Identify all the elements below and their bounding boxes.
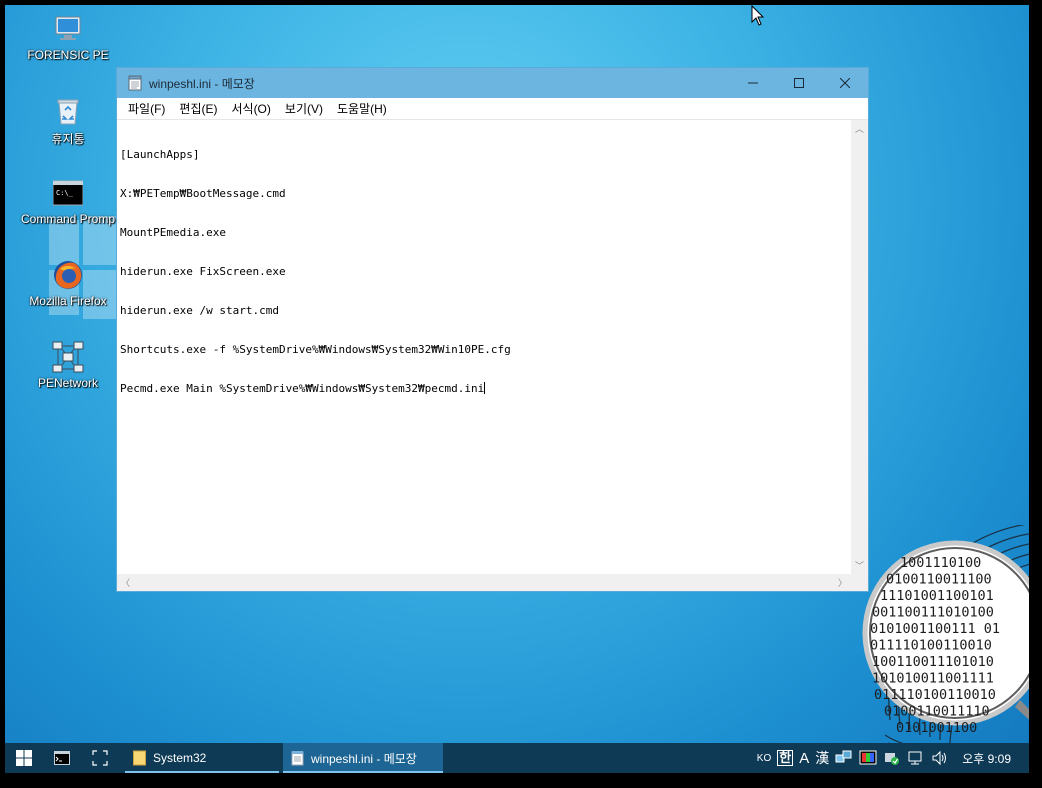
desktop-icon-recycle-bin[interactable]: 휴지통: [13, 95, 123, 147]
task-indicator: [283, 771, 443, 773]
binary-digits-line: 101010011001111: [872, 671, 994, 687]
recycle-bin-icon: [52, 95, 84, 127]
minimize-icon: [748, 82, 758, 84]
desktop-icon-label: Command Promp: [20, 212, 116, 226]
text-line: hiderun.exe /w start.cmd: [120, 304, 279, 317]
desktop-icon-label: PENetwork: [37, 376, 99, 390]
svg-text:C:\_: C:\_: [56, 189, 74, 197]
security-tray-icon[interactable]: [883, 750, 901, 766]
network-icon: [52, 341, 84, 373]
computer-icon: [52, 13, 84, 45]
task-system32[interactable]: System32: [125, 743, 279, 773]
ime-full-width-toggle[interactable]: A: [799, 750, 809, 767]
mouse-cursor-icon: [751, 5, 765, 26]
text-caret: [484, 382, 486, 394]
binary-digits-line: 011110100110010: [874, 687, 996, 703]
window-title: winpeshl.ini - 메모장: [149, 76, 255, 91]
display-color-tray-icon[interactable]: [859, 750, 877, 766]
notepad-icon: [127, 75, 143, 91]
desktop-icon-forensic-pe[interactable]: FORENSIC PE: [13, 13, 123, 62]
fullscreen-button[interactable]: [81, 743, 119, 773]
close-icon: [840, 78, 850, 88]
start-button[interactable]: [5, 743, 43, 773]
volume-tray-icon[interactable]: [931, 750, 949, 766]
task-label: winpeshl.ini - 메모장: [311, 751, 417, 766]
menu-view[interactable]: 보기(V): [278, 100, 330, 117]
text-line: X:₩PETemp₩BootMessage.cmd: [120, 187, 286, 200]
text-editor[interactable]: [LaunchApps] X:₩PETemp₩BootMessage.cmd M…: [117, 120, 868, 591]
cmd-icon: [54, 751, 70, 765]
scroll-up-icon[interactable]: ︿: [851, 120, 868, 137]
scroll-down-icon[interactable]: ﹀: [851, 557, 868, 574]
binary-digits-line: 001100111010100: [872, 605, 994, 621]
folder-icon: [133, 750, 146, 766]
binary-digits-line: 0101001100: [896, 720, 977, 736]
text-line: hiderun.exe FixScreen.exe: [120, 265, 286, 278]
menu-file[interactable]: 파일(F): [121, 100, 172, 117]
desktop-icon-label: FORENSIC PE: [27, 48, 109, 62]
windows-start-icon: [16, 750, 32, 766]
ime-hanja-button[interactable]: 漢: [815, 748, 829, 768]
scroll-right-icon[interactable]: 〉: [834, 574, 851, 591]
text-line: [LaunchApps]: [120, 148, 200, 161]
task-indicator: [125, 771, 279, 773]
system-tray: KO 한 A 漢 오후 9:09: [754, 743, 1029, 773]
desktop-icon-label: 휴지통: [51, 132, 85, 146]
cmd-icon: C:\_: [52, 177, 84, 209]
binary-digits-line: 100110011101010: [872, 654, 994, 670]
text-line: MountPEmedia.exe: [120, 226, 226, 239]
desktop-icon-label: Mozilla Firefox: [29, 294, 107, 308]
command-prompt-taskbar-button[interactable]: [43, 743, 81, 773]
menu-format[interactable]: 서식(O): [224, 100, 277, 117]
close-button[interactable]: [822, 68, 868, 98]
text-line-last: Pecmd.exe Main %SystemDrive%₩Windows₩Sys…: [120, 382, 851, 395]
menu-edit[interactable]: 편집(E): [172, 100, 224, 117]
maximize-button[interactable]: [776, 68, 822, 98]
binary-digits-line: 1001110100: [900, 555, 981, 571]
task-notepad[interactable]: winpeshl.ini - 메모장: [283, 743, 443, 773]
vertical-scrollbar[interactable]: ︿ ﹀: [851, 120, 868, 574]
desktop: FORENSIC PE 휴지통 C:\_ Command Promp Mozil…: [5, 5, 1029, 773]
desktop-icon-firefox[interactable]: Mozilla Firefox: [13, 259, 123, 308]
desktop-icon-command-prompt[interactable]: C:\_ Command Promp: [13, 177, 123, 226]
fullscreen-icon: [92, 750, 108, 766]
network-adapter-tray-icon[interactable]: [835, 750, 853, 766]
forensic-magnifier-logo: 1001110100 0100110011100 11101001100101 001…: [860, 523, 1029, 755]
minimize-button[interactable]: [730, 68, 776, 98]
menu-bar: 파일(F) 편집(E) 서식(O) 보기(V) 도움말(H): [117, 98, 868, 120]
scroll-left-icon[interactable]: 〈: [117, 574, 134, 591]
ime-hangul-mode[interactable]: 한: [777, 750, 794, 766]
binary-digits-line: 0100110011100: [886, 572, 992, 588]
notepad-window[interactable]: winpeshl.ini - 메모장 파일(F) 편집(E) 서식(O) 보기(…: [116, 67, 869, 592]
desktop-icon-penetwork[interactable]: PENetwork: [13, 341, 123, 390]
horizontal-scrollbar[interactable]: 〈 〉: [117, 574, 851, 591]
binary-digits-line: 0101001100111 01: [870, 621, 1000, 637]
title-bar[interactable]: winpeshl.ini - 메모장: [117, 68, 868, 98]
firefox-icon: [52, 259, 84, 291]
binary-digits-line: 0100110011110: [884, 704, 990, 720]
task-label: System32: [153, 751, 207, 765]
text-line: Pecmd.exe Main %SystemDrive%₩Windows₩Sys…: [120, 382, 485, 395]
menu-help[interactable]: 도움말(H): [330, 100, 394, 117]
scrollbar-corner: [851, 574, 868, 591]
binary-digits-line: 011110100110010: [870, 638, 992, 654]
network-tray-icon[interactable]: [907, 750, 925, 766]
ime-language-indicator[interactable]: KO: [757, 753, 771, 764]
maximize-icon: [794, 78, 804, 88]
text-area[interactable]: [LaunchApps] X:₩PETemp₩BootMessage.cmd M…: [119, 122, 851, 574]
binary-digits-line: 11101001100101: [880, 588, 994, 604]
text-line: Shortcuts.exe -f %SystemDrive%₩Windows₩S…: [120, 343, 511, 356]
notepad-icon: [291, 751, 304, 766]
taskbar: System32 winpeshl.ini - 메모장 KO 한 A 漢 오후 …: [5, 743, 1029, 773]
taskbar-clock[interactable]: 오후 9:09: [962, 750, 1011, 767]
